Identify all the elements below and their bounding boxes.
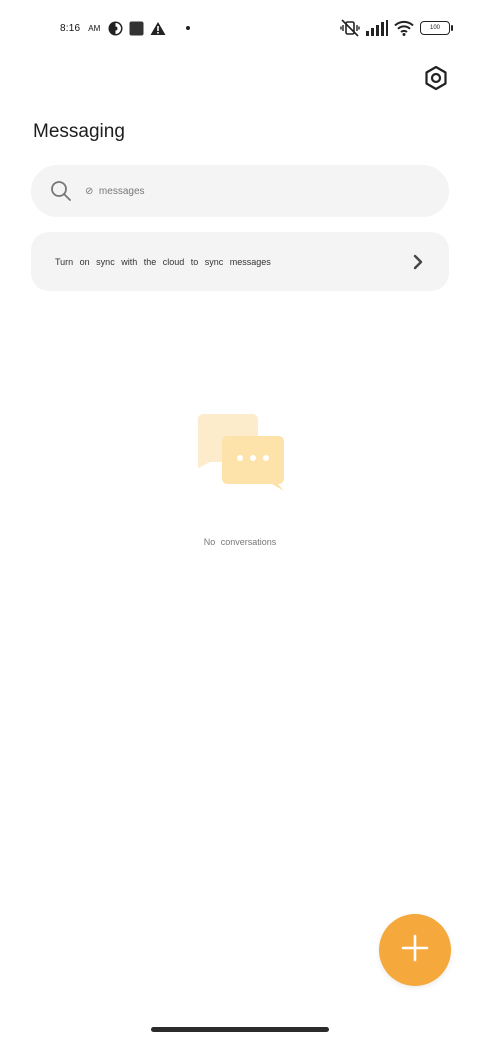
hexagon-settings-icon bbox=[423, 65, 449, 96]
chevron-right-icon bbox=[412, 254, 424, 270]
home-gesture-bar[interactable] bbox=[151, 1027, 329, 1032]
status-ampm: AM bbox=[88, 23, 101, 33]
search-input[interactable] bbox=[85, 185, 385, 197]
search-icon bbox=[50, 180, 72, 202]
new-conversation-button[interactable] bbox=[379, 914, 451, 986]
signal-strength-icon bbox=[366, 20, 388, 36]
warning-icon bbox=[150, 21, 166, 36]
settings-button[interactable] bbox=[420, 64, 452, 96]
wifi-icon bbox=[394, 20, 414, 36]
status-left: 8:16 AM bbox=[60, 19, 191, 37]
plus-icon bbox=[401, 934, 429, 967]
status-time: 8:16 bbox=[60, 22, 81, 34]
more-notifications-dot-icon bbox=[186, 26, 191, 30]
page-title: Messaging bbox=[33, 121, 125, 142]
status-bar: 8:16 AM 100 bbox=[0, 0, 480, 56]
app-notification-icon bbox=[108, 21, 123, 36]
vibrate-muted-icon bbox=[340, 19, 360, 37]
sync-banner-text: Turn on sync with the cloud to sync mess… bbox=[55, 256, 271, 267]
search-bar[interactable] bbox=[31, 165, 449, 217]
square-notification-icon bbox=[129, 21, 144, 36]
battery-icon: 100 bbox=[420, 21, 453, 35]
empty-state-text: No conversations bbox=[203, 537, 277, 547]
chat-bubbles-icon bbox=[196, 412, 286, 492]
sync-banner[interactable]: Turn on sync with the cloud to sync mess… bbox=[31, 232, 449, 291]
messaging-screen: 8:16 AM 100 Messaging ⊘ messages Turn on… bbox=[0, 0, 480, 1040]
status-right: 100 bbox=[340, 17, 453, 39]
